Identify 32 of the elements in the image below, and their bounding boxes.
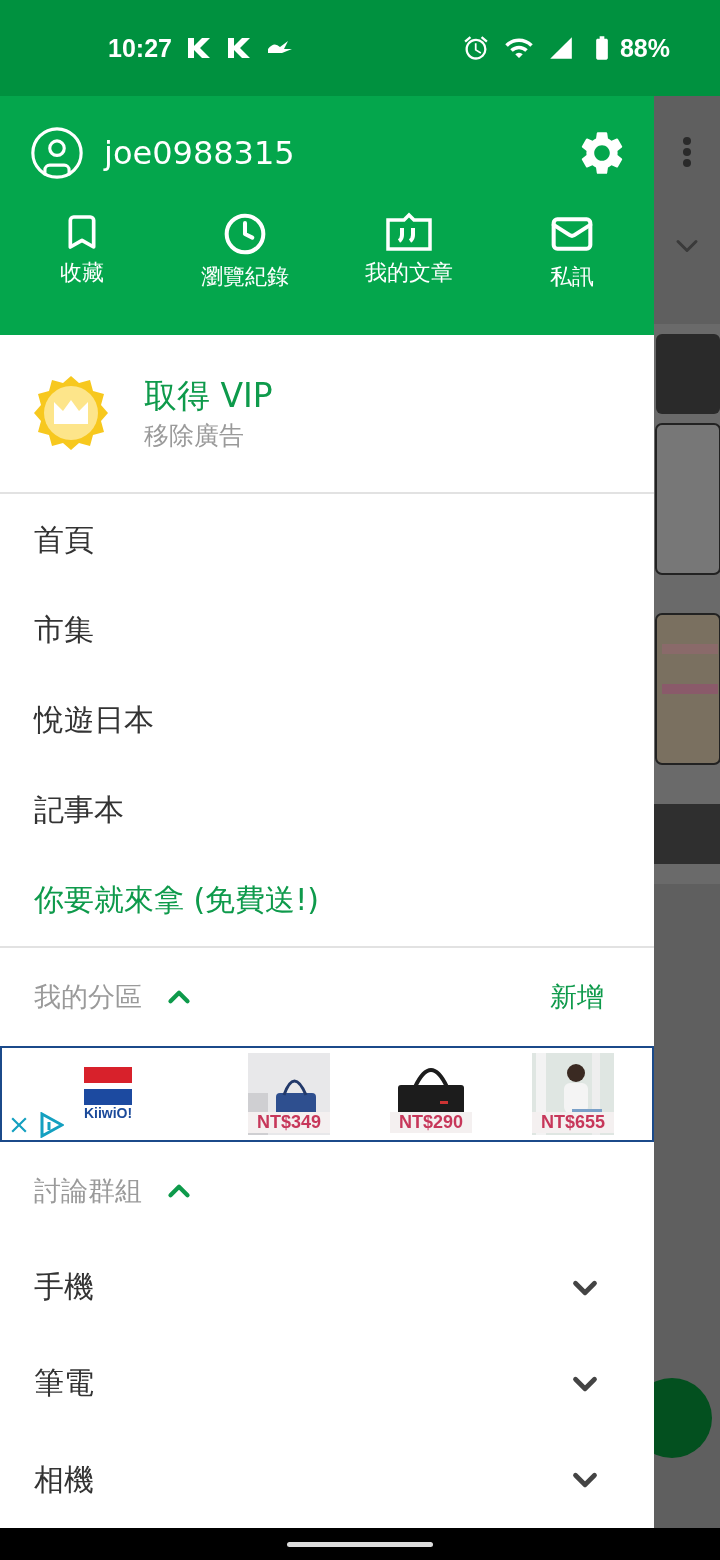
section-title: 我的分區	[34, 979, 142, 1014]
brand-logo-icon	[84, 1066, 132, 1105]
signal-icon	[547, 35, 574, 61]
crown-badge-icon	[32, 374, 110, 453]
clock-icon	[223, 212, 268, 256]
group-item[interactable]: 手機	[34, 1267, 94, 1309]
status-time: 10:27	[108, 33, 172, 63]
menu-item[interactable]: 記事本	[0, 765, 654, 856]
home-handle[interactable]	[287, 1541, 433, 1547]
group-item[interactable]: 相機	[34, 1459, 94, 1501]
notification-icon	[225, 36, 252, 60]
product-price: NT$349	[248, 1111, 330, 1133]
vip-banner[interactable]: 取得 VIP 移除廣告	[0, 335, 654, 494]
menu-item[interactable]: 你要就來拿 (免費送!)	[0, 855, 654, 946]
quote-icon	[384, 212, 433, 252]
ad-banner[interactable]: KiiwiO! NT$349 NT$290 NT$655	[0, 1045, 654, 1142]
notification-icon	[185, 36, 212, 60]
brand-name: KiiwiO!	[83, 1104, 133, 1121]
user-avatar-icon[interactable]	[28, 124, 86, 182]
menu-item[interactable]: 首頁	[0, 495, 654, 586]
product-price: NT$655	[532, 1111, 614, 1133]
battery-level: 88%	[619, 33, 670, 63]
add-button[interactable]: 新增	[550, 978, 604, 1015]
menu-item[interactable]: 悅遊日本	[0, 675, 654, 766]
ad-info-icon[interactable]	[38, 1111, 64, 1138]
menu-item[interactable]: 市集	[0, 585, 654, 676]
vip-title: 取得 VIP	[144, 375, 273, 418]
product-price: NT$290	[390, 1111, 472, 1133]
vip-subtitle: 移除廣告	[144, 420, 245, 453]
group-item[interactable]: 筆電	[34, 1363, 94, 1405]
section-title: 討論群組	[34, 1173, 142, 1208]
more-icon	[682, 136, 692, 168]
